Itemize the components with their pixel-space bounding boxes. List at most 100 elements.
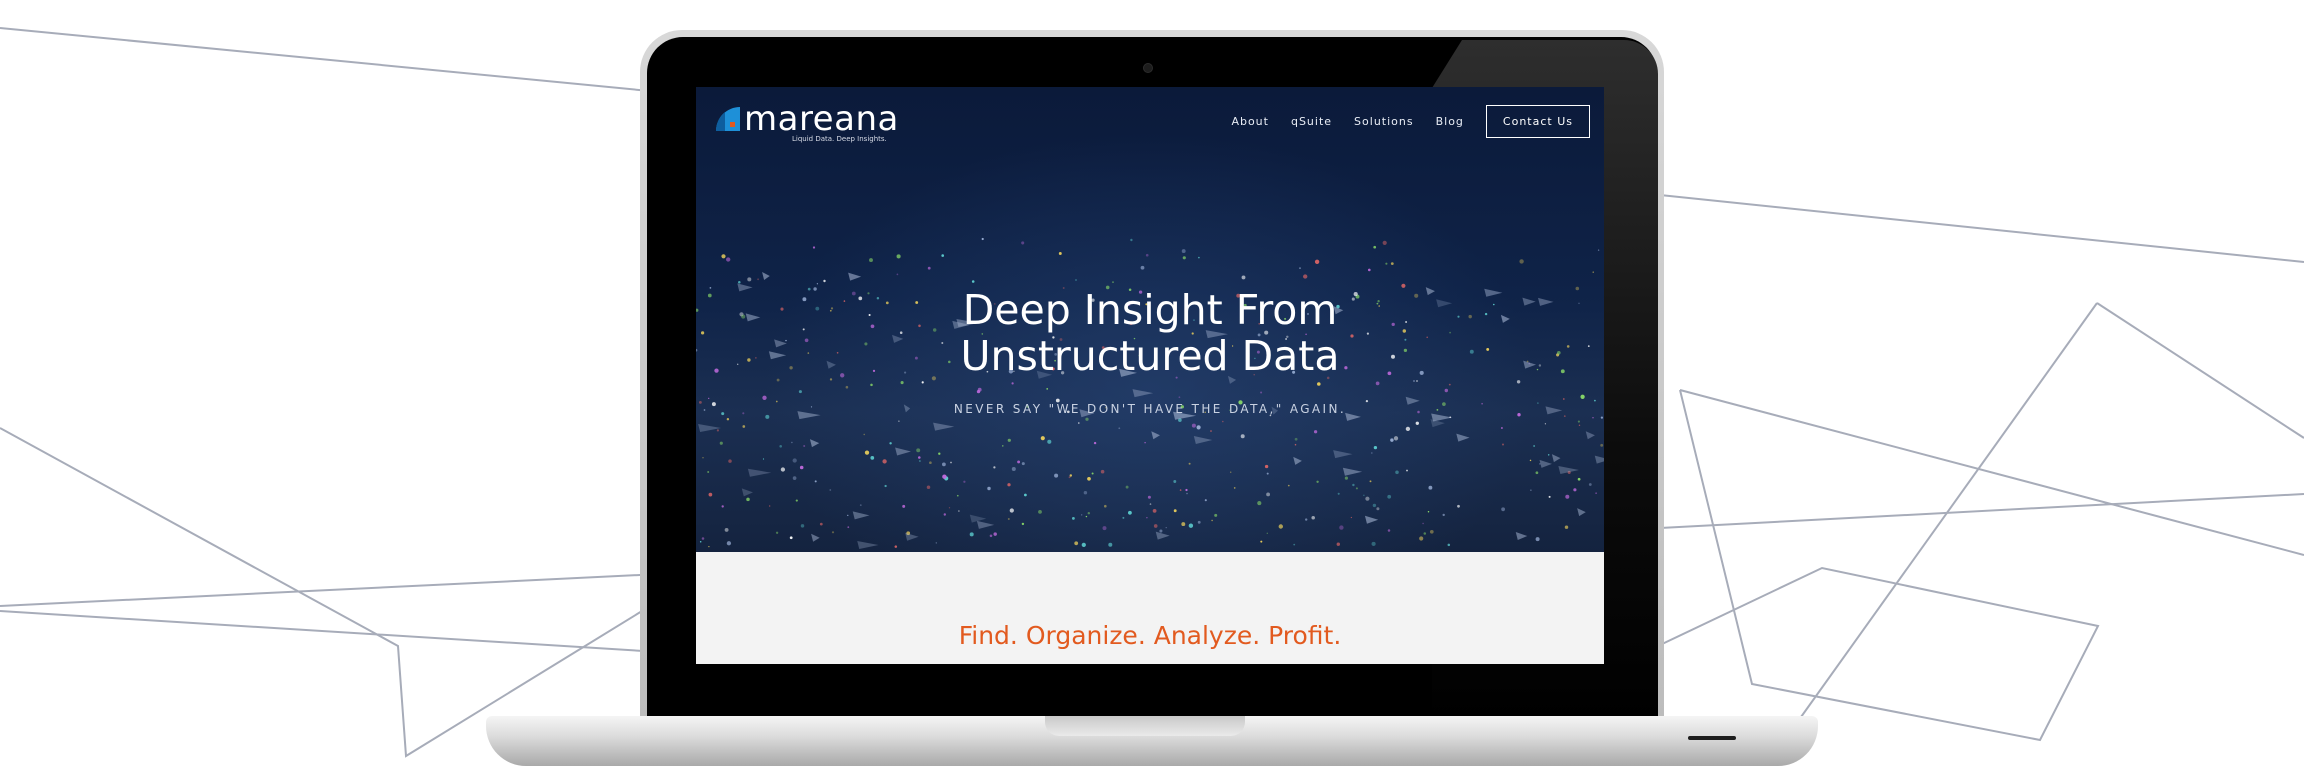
hero-data-speck (1009, 508, 1014, 513)
hero-data-speck (1260, 391, 1263, 394)
hero-data-speck (1565, 494, 1570, 499)
hero-data-speck (1382, 240, 1387, 246)
hero-data-speck (921, 381, 924, 384)
hero-data-speck (719, 441, 723, 445)
hero-data-speck (1578, 424, 1581, 427)
hero-data-speck (1266, 472, 1269, 475)
hero-data-speck (1074, 541, 1079, 546)
hero-data-speck (896, 254, 901, 259)
hero-data-speck (789, 536, 793, 540)
hero-data-speck (1373, 245, 1377, 249)
hero-data-speck (929, 461, 932, 465)
hero-data-speck (1294, 443, 1297, 446)
hero-data-speck (1196, 425, 1201, 430)
hero-data-speck (1339, 525, 1344, 530)
hero-data-speck (779, 445, 782, 448)
hero-data-speck (1313, 430, 1318, 434)
hero-data-speck (1087, 476, 1091, 481)
hero-data-speck (1369, 480, 1372, 483)
hero-data-speck (800, 524, 805, 528)
hero-data-shard (1293, 456, 1302, 465)
hero-data-speck (701, 537, 705, 540)
hero-data-speck (1457, 504, 1460, 508)
hero-data-shard (852, 511, 870, 520)
hero-data-speck (1427, 510, 1430, 513)
hero-data-speck (1564, 525, 1569, 529)
hero-data-speck (1093, 441, 1097, 445)
hero-data-speck (869, 258, 873, 263)
hero-data-speck (1153, 524, 1158, 528)
hero-data-speck (721, 505, 724, 508)
hero-data-speck (1422, 522, 1424, 525)
hero-data-speck (956, 494, 959, 497)
hero-data-speck (823, 279, 826, 283)
hero-data-speck (819, 522, 823, 526)
hero-data-speck (708, 397, 710, 400)
hero-data-speck (942, 474, 947, 479)
hero-data-speck (1214, 513, 1218, 517)
hero-data-speck (1278, 524, 1283, 529)
hero-data-speck (1415, 379, 1419, 383)
hero-data-speck (950, 461, 952, 464)
hero-data-speck (721, 254, 726, 259)
hero-data-speck (792, 458, 797, 463)
hero-data-speck (708, 545, 710, 548)
hero-data-speck (1303, 274, 1308, 279)
hero-data-speck (1317, 382, 1321, 386)
hero-data-speck (702, 457, 704, 459)
hero-data-speck (1428, 485, 1433, 490)
hero-subtitle: NEVER SAY "WE DON'T HAVE THE DATA," AGAI… (953, 402, 1347, 416)
hero-data-speck (1501, 507, 1505, 512)
hero-data-speck (1229, 471, 1232, 473)
hero-data-speck (863, 433, 865, 436)
brand-logo[interactable]: mareana Liquid Data. Deep Insights. (714, 99, 914, 149)
hero-data-speck (1423, 532, 1427, 535)
nav-item-blog[interactable]: Blog (1436, 115, 1464, 128)
hero-data-shard (1585, 431, 1595, 440)
hero-data-speck (726, 257, 731, 262)
hero-data-shard (857, 541, 879, 550)
hero-data-speck (902, 504, 906, 508)
logo-wordmark: mareana (744, 99, 899, 139)
hero-data-speck (1264, 464, 1269, 469)
hero-data-speck (1040, 436, 1045, 441)
hero-data-speck (1562, 398, 1565, 400)
hero-data-speck (1415, 421, 1419, 425)
hero-data-speck (1085, 515, 1088, 518)
nav-item-solutions[interactable]: Solutions (1354, 115, 1414, 128)
hero-data-speck (847, 514, 849, 516)
hero-data-speck (1047, 439, 1052, 444)
hero-data-speck (1287, 484, 1290, 487)
hero-data-speck (1577, 420, 1580, 423)
hero-data-speck (1367, 268, 1371, 272)
hero-data-speck (1447, 543, 1451, 547)
hero-data-speck (1188, 523, 1194, 528)
nav-item-qsuite[interactable]: qSuite (1291, 115, 1332, 128)
hero-data-speck (1173, 480, 1177, 483)
nav-item-about[interactable]: About (1231, 115, 1269, 128)
hero-data-speck (963, 480, 966, 483)
hero-data-speck (1072, 517, 1075, 520)
hero-data-speck (993, 466, 996, 469)
hero-data-speck (1211, 519, 1213, 522)
hero-data-speck (1240, 434, 1245, 439)
hero-data-speck (1104, 504, 1107, 508)
hero-data-speck (900, 381, 904, 385)
hero-data-speck (882, 459, 887, 464)
hero-data-speck (1198, 256, 1200, 259)
hero-data-speck (1390, 438, 1394, 442)
contact-us-button[interactable]: Contact Us (1485, 105, 1590, 138)
hero-data-speck (699, 541, 702, 543)
hero-data-speck (1352, 483, 1355, 487)
hero-data-shard (1151, 431, 1160, 440)
hero-data-speck (1373, 445, 1378, 450)
hero-data-speck (1419, 536, 1424, 541)
hero-data-speck (1592, 271, 1594, 273)
hero-data-speck (1083, 490, 1088, 495)
hero-data-speck (1182, 256, 1186, 260)
laptop-screen: mareana Liquid Data. Deep Insights. Abou… (696, 87, 1604, 664)
hero-data-speck (769, 505, 771, 507)
hero-data-speck (859, 504, 862, 506)
hero-data-speck (1355, 487, 1358, 490)
hero-data-speck (1533, 445, 1535, 447)
